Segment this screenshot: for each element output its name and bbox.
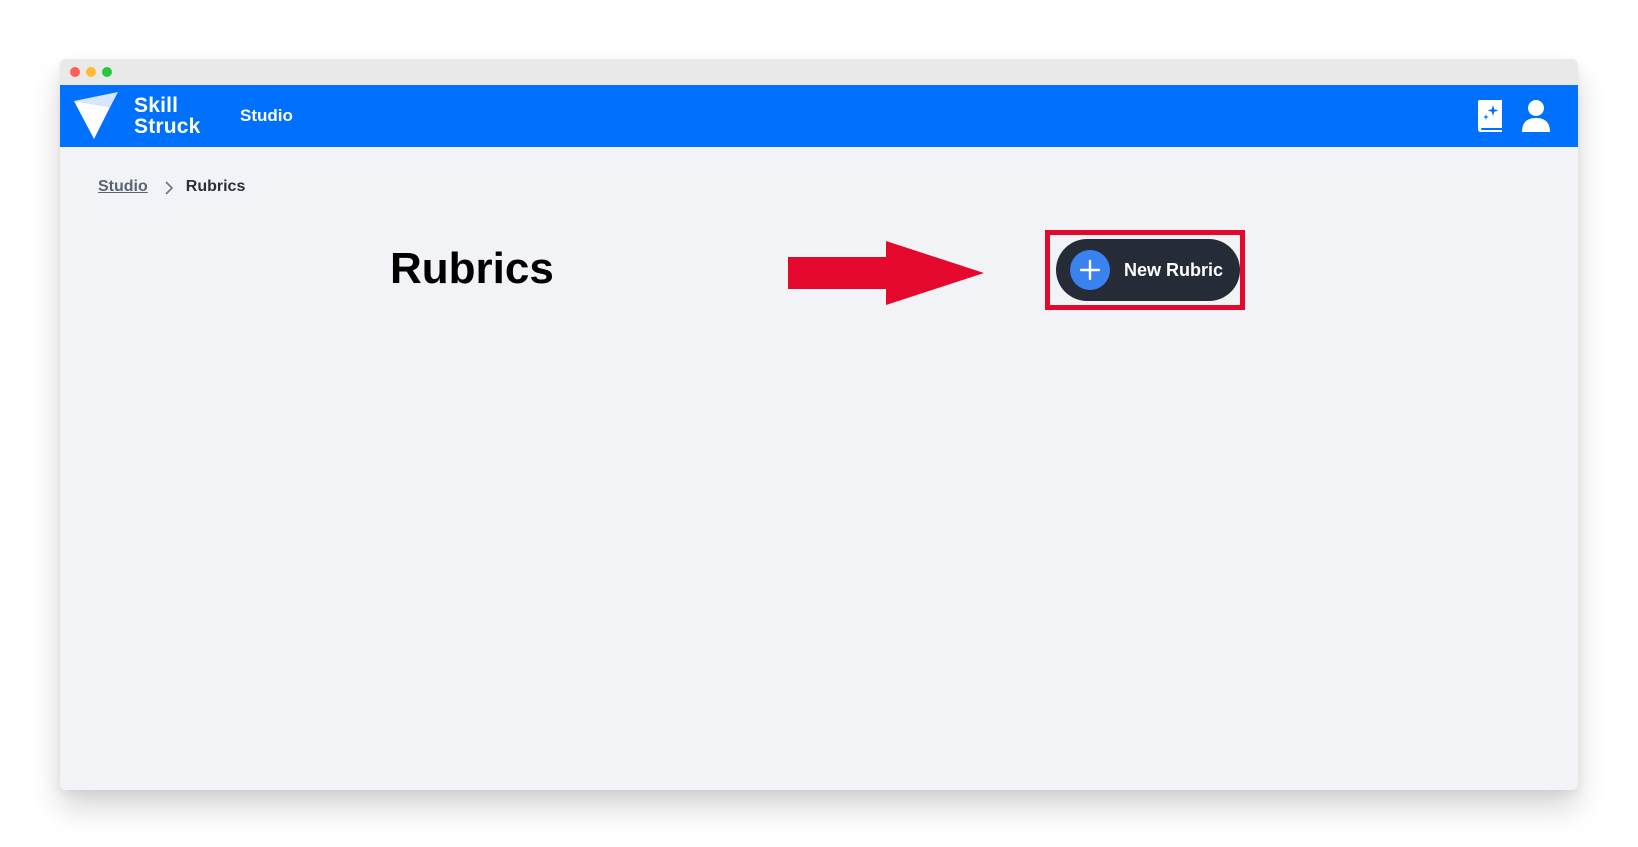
brand-name-line1: Skill <box>134 94 179 117</box>
browser-window: Skill Struck Studio Studio Rubrics Rubri… <box>60 59 1578 790</box>
nav-link-studio[interactable]: Studio <box>240 105 293 127</box>
new-rubric-button[interactable]: New Rubric <box>1056 239 1240 301</box>
brand-name-line2: Struck <box>134 115 201 138</box>
brand-name[interactable]: Skill Struck <box>134 95 201 137</box>
plus-circle-icon <box>1070 250 1110 290</box>
annotation-arrow-icon <box>788 239 984 307</box>
top-navbar: Skill Struck Studio <box>60 85 1578 147</box>
window-close-button[interactable] <box>70 67 80 77</box>
breadcrumb-current-rubrics: Rubrics <box>185 178 246 195</box>
user-icon[interactable] <box>1520 99 1552 133</box>
window-zoom-button[interactable] <box>102 67 112 77</box>
page-title: Rubrics <box>390 244 554 293</box>
skillstruck-logo-icon[interactable] <box>72 91 124 141</box>
window-titlebar <box>60 59 1578 85</box>
breadcrumb: Studio Rubrics <box>98 176 245 198</box>
breadcrumb-link-studio[interactable]: Studio <box>98 176 148 198</box>
window-minimize-button[interactable] <box>86 67 96 77</box>
chevron-right-icon <box>162 180 176 195</box>
new-rubric-button-label: New Rubric <box>1124 260 1224 280</box>
ai-book-icon[interactable] <box>1474 99 1506 133</box>
